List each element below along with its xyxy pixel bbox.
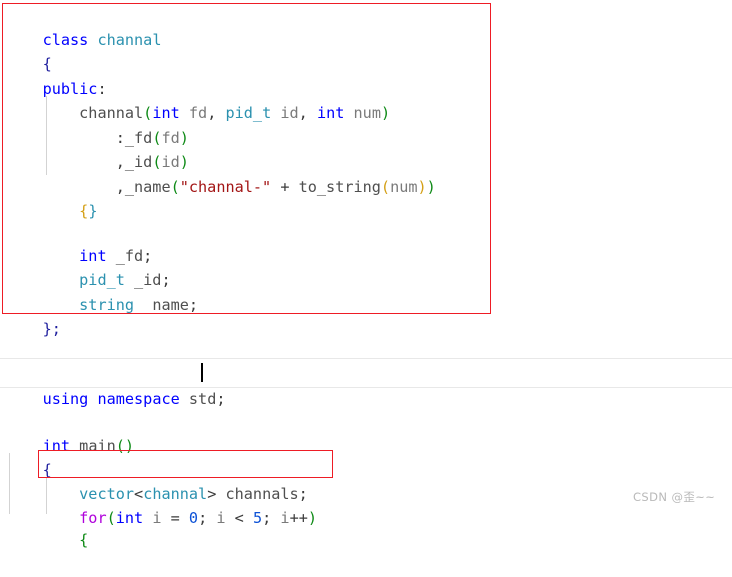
brace-open-for: { (79, 530, 89, 549)
member-name: _name (134, 295, 189, 314)
type-name-channal: channal (97, 30, 162, 49)
code-line-empty-body[interactable]: {} (0, 174, 97, 220)
code-line-class-decl[interactable]: class channal (0, 3, 162, 49)
code-line-class-close[interactable]: }; (0, 292, 61, 338)
code-line-init-fd[interactable]: :_fd(fd) (0, 101, 189, 147)
code-line-for-open-brace[interactable]: { (0, 503, 88, 549)
code-line-init-id[interactable]: ,_id(id) (0, 125, 189, 171)
brace-close-class: }; (42, 319, 61, 338)
code-line-init-name[interactable]: ,_name("channal-" + to_string(num)) (0, 150, 436, 196)
paren-close: ) (380, 103, 391, 122)
string-literal-channal-prefix: "channal-" (179, 177, 272, 196)
keyword-using: using (42, 389, 89, 408)
code-line-member-name[interactable]: string _name; (0, 268, 198, 314)
brace-close-body: } (88, 201, 98, 220)
code-line-member-id[interactable]: pid_t _id; (0, 243, 170, 289)
namespace-std: std (188, 389, 217, 408)
code-line-main-signature[interactable]: int main() (0, 409, 134, 455)
code-line-main-open-brace[interactable]: { (0, 433, 52, 479)
call-to-string: to_string (298, 177, 381, 196)
text-caret (201, 363, 203, 382)
code-line-open-brace[interactable]: { (0, 27, 52, 73)
code-line-member-fd[interactable]: int _fd; (0, 219, 152, 265)
code-line-using-namespace[interactable]: using namespace std; (0, 362, 226, 408)
brace-open-body: { (79, 201, 89, 220)
keyword-namespace: namespace (97, 389, 180, 408)
code-line-for-loop[interactable]: for(int i = 0; i < 5; i++) (0, 481, 317, 527)
function-main: main (79, 436, 116, 455)
csdn-watermark: CSDN @歪~~ (633, 490, 716, 504)
code-line-public[interactable]: public: (0, 52, 107, 98)
code-line-constructor-signature[interactable]: channal(int fd, pid_t id, int num) (0, 76, 390, 122)
code-line-vector-decl[interactable]: vector<channal> channals; (0, 457, 308, 503)
code-editor[interactable]: class channal { public: channal(int fd, … (0, 0, 732, 549)
